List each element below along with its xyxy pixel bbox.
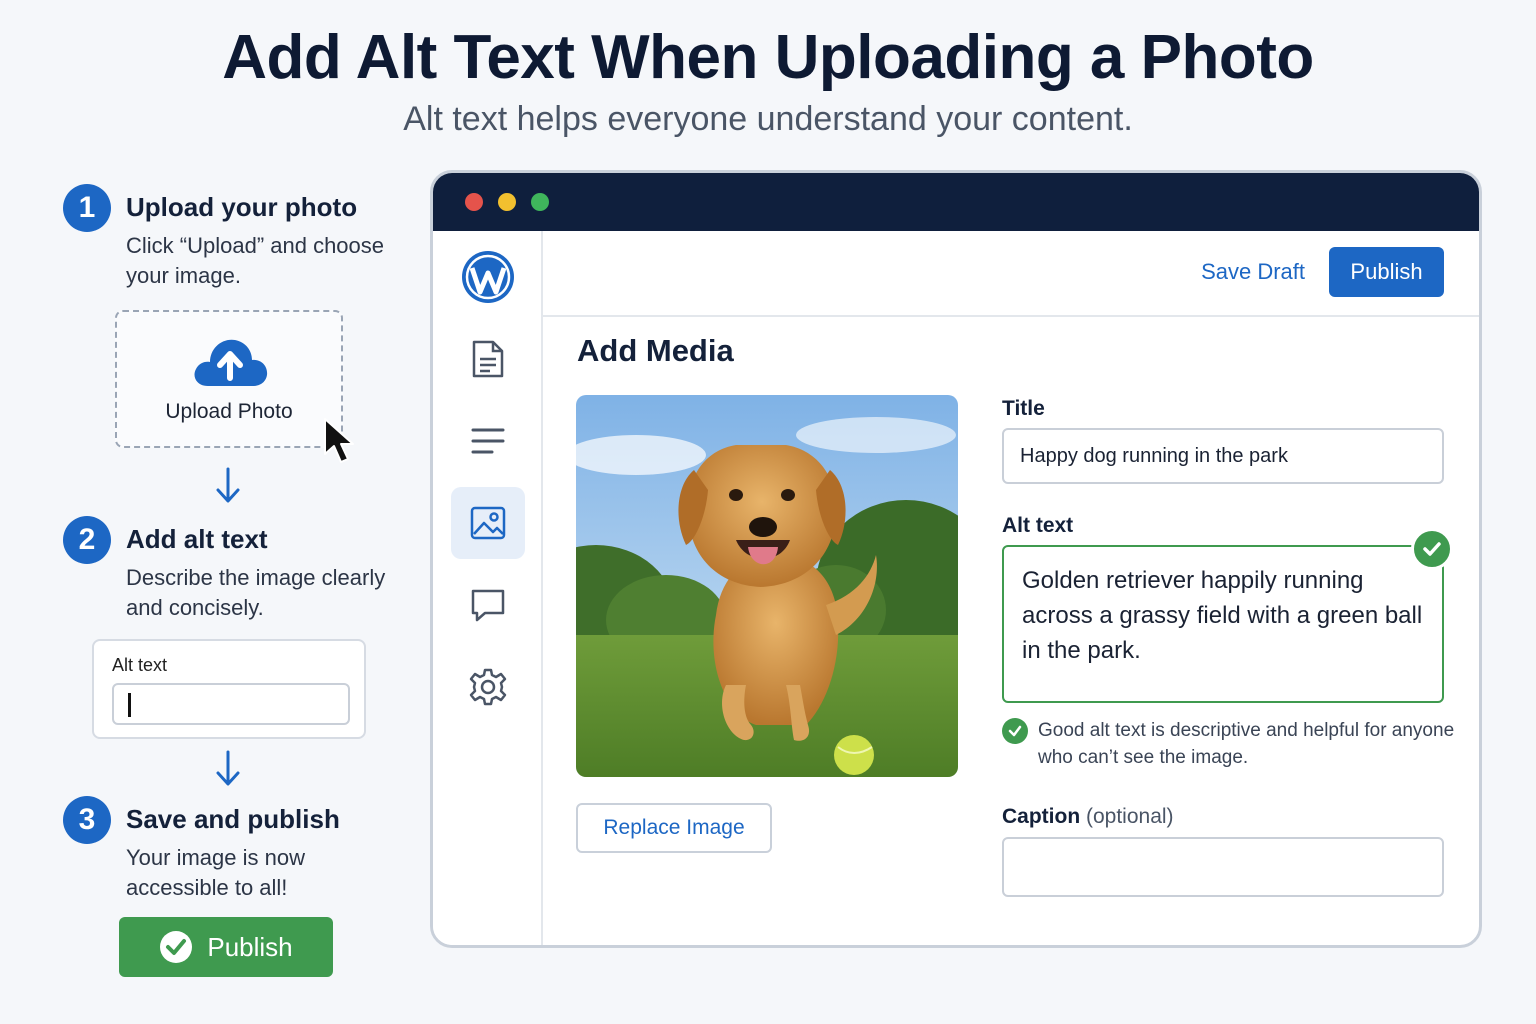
gear-icon [469, 668, 507, 706]
step-1-title: Upload your photo [126, 192, 358, 222]
sidebar-item-posts[interactable] [451, 323, 525, 395]
wordpress-logo-icon [462, 251, 514, 303]
step-2-description: Describe the image clearly and concisely… [126, 565, 386, 620]
page-subtitle: Alt text helps everyone understand your … [403, 100, 1133, 138]
minimize-dot[interactable] [498, 193, 516, 211]
sidebar [433, 231, 543, 945]
step-1-number: 1 [63, 184, 111, 232]
mouse-cursor-icon [324, 418, 354, 463]
add-media-heading: Add Media [577, 333, 734, 368]
replace-image-button[interactable]: Replace Image [576, 803, 772, 853]
publish-button[interactable]: Publish [1329, 247, 1444, 297]
step-1-description: Click “Upload” and choose your image. [126, 233, 385, 288]
sidebar-item-settings[interactable] [451, 651, 525, 723]
checkmark-icon [1008, 725, 1022, 737]
green-publish-button[interactable]: Publish [119, 917, 333, 977]
arrow-down-icon [216, 467, 240, 503]
page-title: Add Alt Text When Uploading a Photo [222, 23, 1314, 92]
save-draft-link[interactable]: Save Draft [1201, 259, 1305, 285]
green-publish-label: Publish [207, 931, 293, 962]
alt-text-label: Alt text [1002, 514, 1074, 537]
photo-preview [576, 395, 958, 777]
step-3-description: Your image is now accessible to all! [126, 845, 305, 900]
upload-photo-box[interactable]: Upload Photo [115, 310, 343, 448]
caption-label-text: Caption [1002, 805, 1081, 828]
close-dot[interactable] [465, 193, 483, 211]
title-input[interactable]: Happy dog running in the park [1002, 428, 1444, 484]
image-icon [470, 506, 506, 540]
browser-window: Save Draft Publish Add Media Replace Ima… [430, 170, 1482, 948]
sidebar-item-comments[interactable] [451, 569, 525, 641]
caption-optional-text: (optional) [1086, 805, 1174, 828]
maximize-dot[interactable] [531, 193, 549, 211]
alt-text-hint: Good alt text is descriptive and helpful… [1038, 720, 1455, 768]
arrow-down-icon [216, 750, 240, 786]
sidebar-item-media[interactable] [451, 487, 525, 559]
step-3-title: Save and publish [126, 804, 340, 834]
comment-icon [471, 589, 505, 622]
checkmark-icon [1423, 542, 1441, 556]
caption-input[interactable] [1002, 837, 1444, 897]
upload-photo-label: Upload Photo [165, 400, 293, 423]
alt-text-input[interactable]: Golden retriever happily running across … [1002, 545, 1444, 703]
caption-label: Caption (optional) [1002, 805, 1174, 829]
window-titlebar [433, 173, 1479, 231]
wordpress-logo[interactable] [451, 241, 525, 313]
sidebar-item-content[interactable] [451, 405, 525, 477]
step-3-number: 3 [63, 796, 111, 844]
cloud-upload-icon [194, 339, 268, 386]
alt-text-card: Alt text [92, 639, 366, 739]
text-caret [128, 693, 131, 717]
hint-check [1002, 718, 1028, 744]
alt-text-card-label: Alt text [112, 655, 168, 675]
dog-photo-image [576, 395, 958, 777]
menu-lines-icon [471, 428, 505, 454]
editor-topbar: Save Draft Publish [543, 231, 1479, 317]
valid-check-badge [1411, 528, 1453, 570]
step-2-number: 2 [63, 516, 111, 564]
title-label: Title [1002, 397, 1045, 420]
check-circle-icon [160, 931, 193, 963]
document-icon [472, 340, 504, 378]
step-2-title: Add alt text [126, 524, 268, 554]
alt-text-card-input[interactable] [112, 683, 350, 725]
